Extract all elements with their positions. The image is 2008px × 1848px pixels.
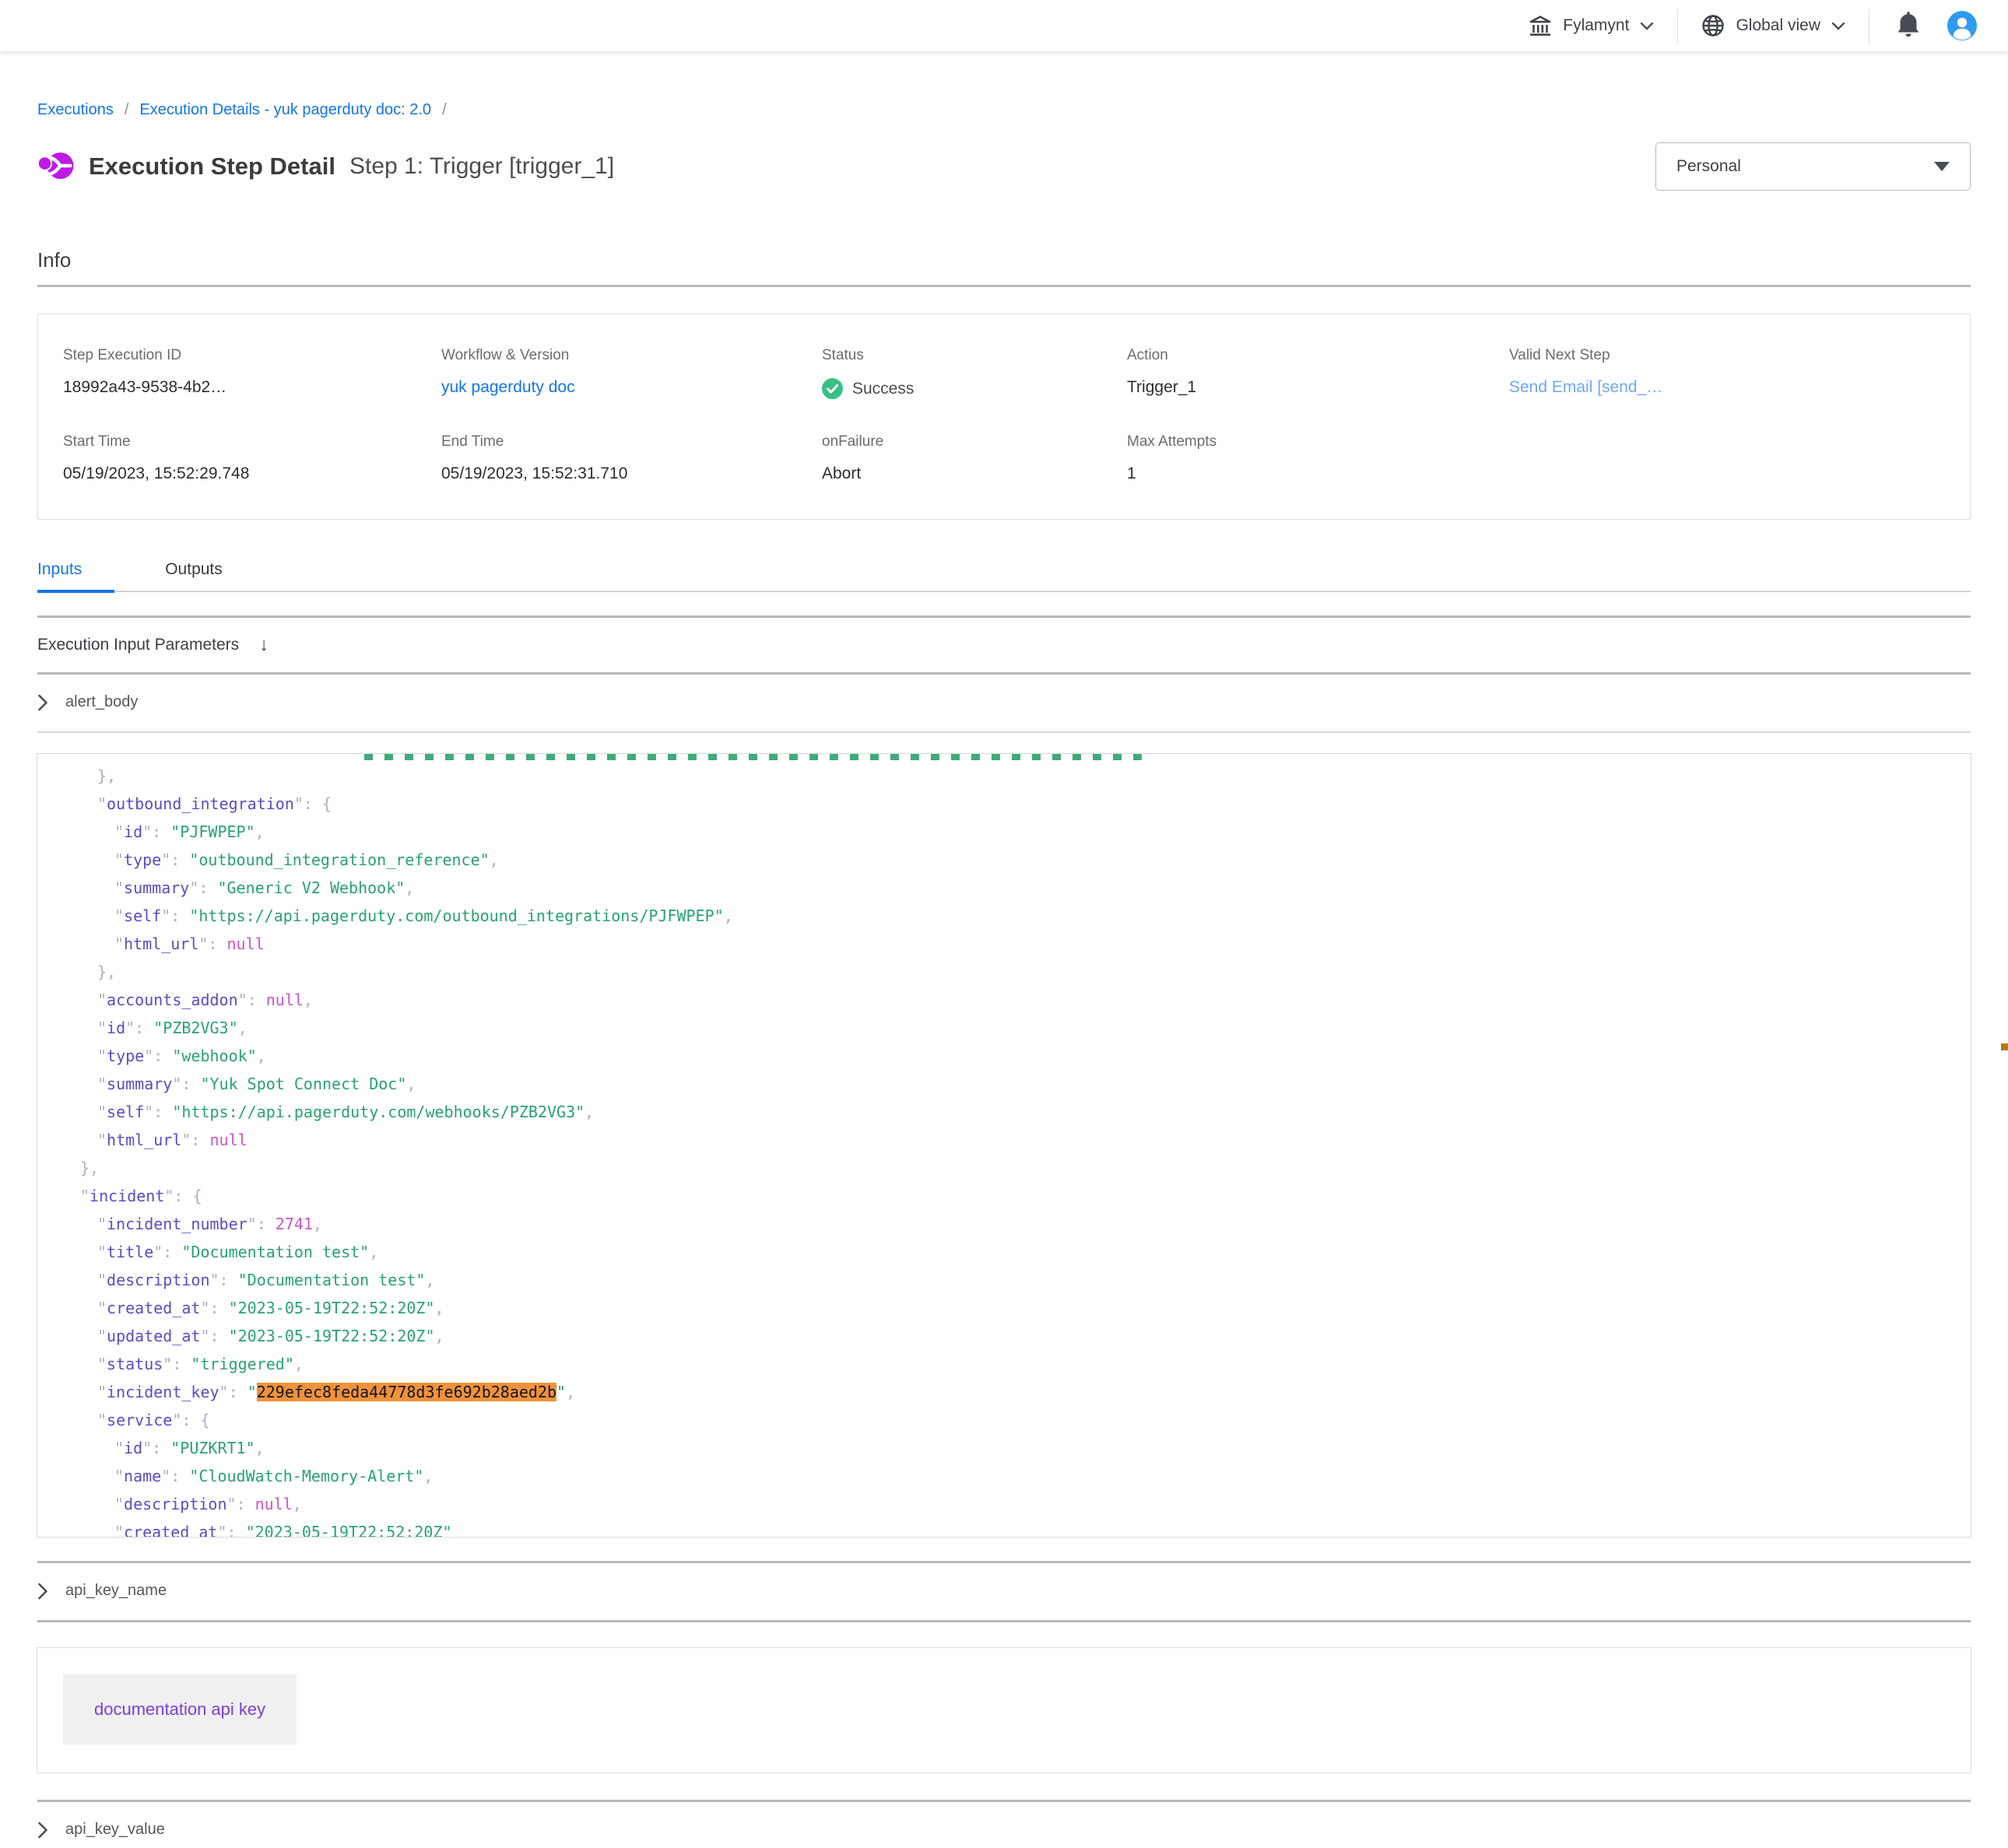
info-grid: Step Execution ID 18992a43-9538-4b2… Wor…: [63, 347, 1945, 483]
code-lines: },"outbound_integration": {"id": "PJFWPE…: [37, 762, 1971, 1538]
chevron-right-icon: [37, 1583, 48, 1600]
topbar-divider: [1677, 9, 1678, 43]
scrollbar-search-marker[interactable]: [2001, 1043, 2008, 1050]
expander-api-key-name[interactable]: api_key_name: [37, 1563, 1971, 1620]
field-max-attempts: Max Attempts 1: [1127, 433, 1509, 483]
alert-body-json-viewer[interactable]: },"outbound_integration": {"id": "PJFWPE…: [37, 753, 1971, 1538]
user-avatar[interactable]: [1947, 11, 1977, 40]
api-key-name-card: documentation api key: [37, 1647, 1971, 1773]
row-divider: [37, 731, 1971, 733]
clipped-code-line: [364, 754, 1143, 762]
notifications-bell-icon[interactable]: [1896, 10, 1921, 42]
view-switcher[interactable]: Global view: [1701, 14, 1845, 37]
field-action: Action Trigger_1: [1127, 347, 1509, 399]
org-label: Fylamynt: [1563, 16, 1629, 35]
field-end-time: End Time 05/19/2023, 15:52:31.710: [441, 433, 822, 483]
breadcrumb: Executions / Execution Details - yuk pag…: [37, 101, 1971, 119]
scope-selected-value: Personal: [1676, 157, 1741, 176]
tabs: Inputs Outputs: [37, 560, 1971, 592]
next-step-link[interactable]: Send Email [send_…: [1509, 378, 1662, 396]
section-divider: [37, 1620, 1971, 1622]
parameters-heading: Execution Input Parameters: [37, 636, 239, 654]
chevron-right-icon: [37, 694, 48, 711]
workflow-step-icon: [37, 149, 75, 184]
page-title: Execution Step Detail: [89, 153, 335, 181]
info-heading: Info: [37, 248, 1971, 272]
field-step-execution-id: Step Execution ID 18992a43-9538-4b2…: [63, 347, 441, 399]
field-start-time: Start Time 05/19/2023, 15:52:29.748: [63, 433, 441, 483]
expander-label: api_key_value: [65, 1821, 165, 1839]
org-switcher[interactable]: Fylamynt: [1529, 15, 1654, 37]
arrow-down-icon: ↓: [259, 634, 269, 656]
breadcrumb-link-executions[interactable]: Executions: [37, 101, 114, 119]
expander-label: api_key_name: [65, 1582, 167, 1600]
content-lower: api_key_name: [0, 1561, 2008, 1622]
page: Fylamynt Global view: [0, 0, 2008, 1848]
api-key-name-chip: documentation api key: [63, 1674, 297, 1745]
breadcrumb-separator: /: [125, 101, 129, 119]
page-subtitle: Step 1: Trigger [trigger_1]: [349, 153, 614, 180]
execution-input-parameters-header[interactable]: Execution Input Parameters ↓: [37, 618, 1971, 672]
topbar: Fylamynt Global view: [0, 0, 2008, 51]
status-text: Success: [852, 380, 914, 398]
globe-icon: [1701, 14, 1725, 37]
field-onfailure: onFailure Abort: [822, 433, 1127, 483]
info-card: Step Execution ID 18992a43-9538-4b2… Wor…: [37, 314, 1971, 520]
section-divider: [37, 285, 1971, 287]
view-label: Global view: [1736, 16, 1820, 35]
chevron-down-icon: [1640, 22, 1654, 30]
success-check-icon: [822, 378, 843, 399]
field-workflow-version: Workflow & Version yuk pagerduty doc: [441, 347, 822, 399]
expander-alert-body[interactable]: alert_body: [37, 675, 1971, 731]
tab-inputs[interactable]: Inputs: [37, 560, 114, 593]
chevron-right-icon: [37, 1822, 48, 1839]
content-bottom: api_key_value: [0, 1800, 2008, 1848]
field-status: Status Success: [822, 347, 1127, 399]
field-valid-next-step: Valid Next Step Send Email [send_…: [1509, 347, 1945, 399]
chevron-down-icon: [1831, 22, 1845, 30]
organization-icon: [1529, 15, 1552, 37]
title-row: Execution Step Detail Step 1: Trigger [t…: [37, 142, 1971, 191]
tab-outputs[interactable]: Outputs: [165, 560, 255, 593]
breadcrumb-link-execution-details[interactable]: Execution Details - yuk pagerduty doc: 2…: [139, 101, 431, 119]
expander-label: alert_body: [65, 693, 138, 711]
workflow-link[interactable]: yuk pagerduty doc: [441, 378, 575, 396]
content: Executions / Execution Details - yuk pag…: [0, 101, 2008, 733]
expander-api-key-value[interactable]: api_key_value: [37, 1802, 1971, 1848]
breadcrumb-separator: /: [442, 101, 447, 119]
scope-select[interactable]: Personal: [1655, 142, 1971, 191]
caret-down-icon: [1934, 162, 1950, 171]
